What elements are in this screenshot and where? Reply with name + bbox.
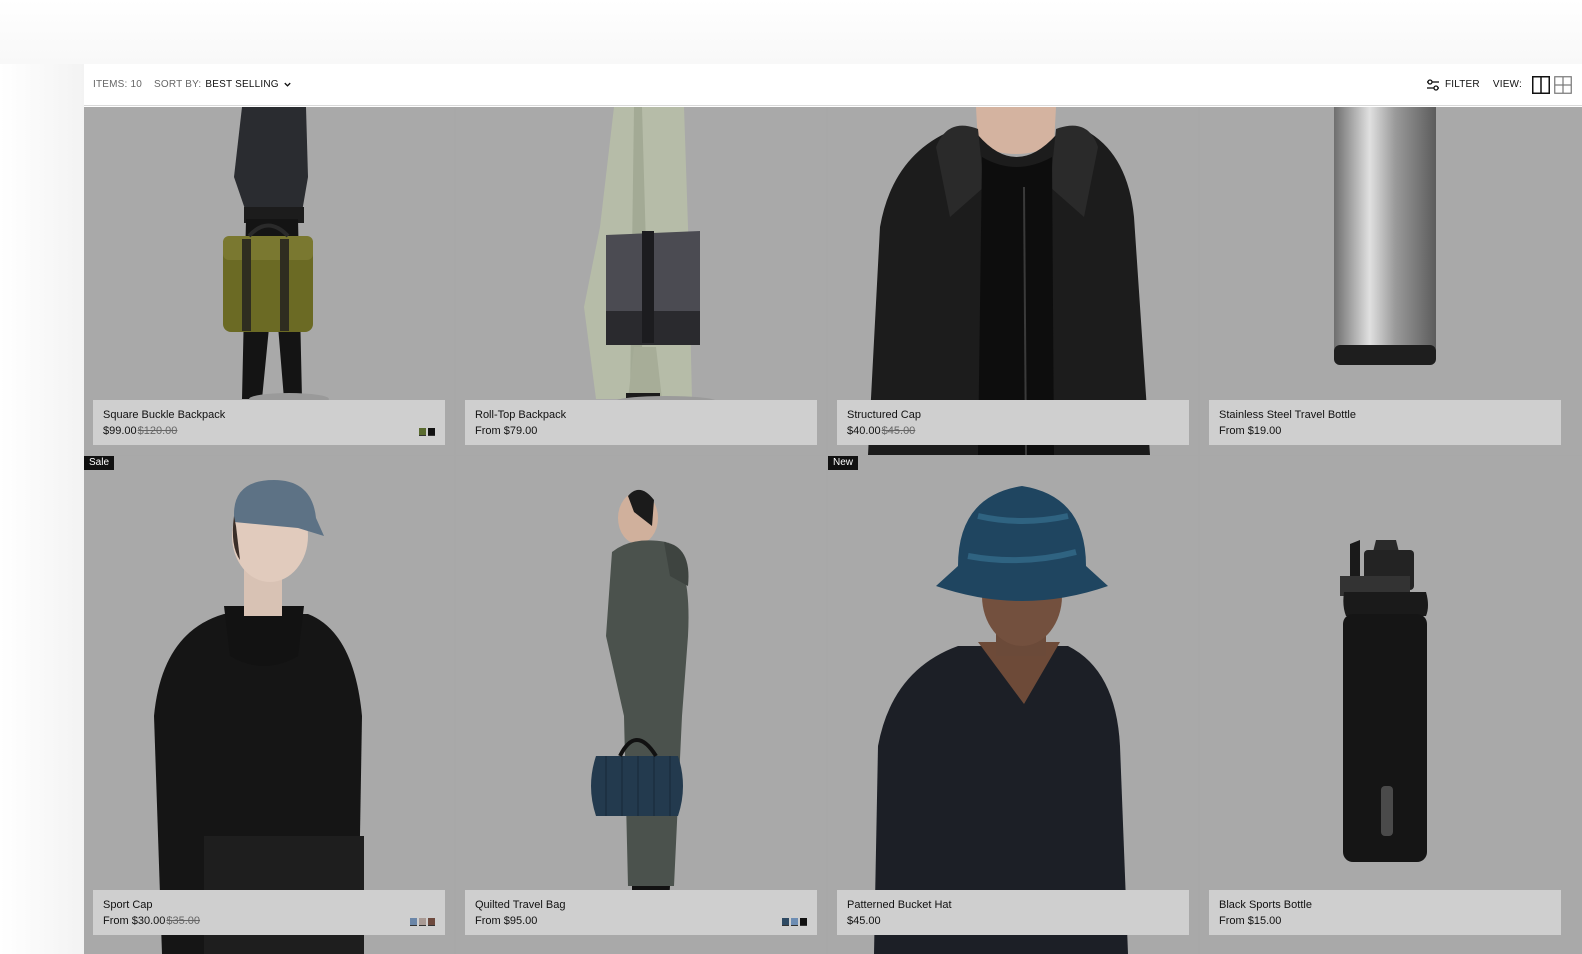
four-column-view-icon[interactable]	[1554, 75, 1572, 94]
product-info-panel: Stainless Steel Travel Bottle From $19.0…	[1209, 400, 1561, 445]
color-swatch[interactable]	[428, 918, 435, 926]
color-swatch[interactable]	[800, 918, 807, 926]
product-price: From $79.00	[475, 425, 538, 437]
toolbar-right: FILTER VIEW:	[1426, 75, 1582, 94]
product-info-panel: Black Sports Bottle From $15.00	[1209, 890, 1561, 935]
color-swatch[interactable]	[410, 918, 417, 926]
product-compare-price: $120.00	[137, 425, 178, 437]
product-name[interactable]: Sport Cap	[103, 897, 435, 913]
product-price: From $95.00	[475, 915, 538, 927]
filter-label: FILTER	[1444, 79, 1480, 90]
sort-label: SORT BY:	[154, 79, 202, 90]
color-swatches	[419, 428, 435, 436]
color-swatch[interactable]	[419, 918, 426, 926]
color-swatch[interactable]	[791, 918, 798, 926]
page-top-area	[0, 0, 1582, 64]
product-card[interactable]: Square Buckle Backpack $99.00$120.00	[84, 107, 454, 455]
product-price: $45.00	[847, 915, 881, 927]
product-compare-price: $35.00	[166, 915, 201, 927]
chevron-down-icon	[284, 82, 291, 87]
product-info-panel: Quilted Travel Bag From $95.00	[465, 890, 817, 935]
product-price: From $19.00	[1219, 425, 1282, 437]
product-name[interactable]: Quilted Travel Bag	[475, 897, 807, 913]
sale-badge: Sale	[84, 456, 115, 470]
product-compare-price: $45.00	[881, 425, 916, 437]
items-count: ITEMS: 10	[93, 79, 143, 90]
color-swatches	[782, 918, 807, 926]
sort-value: BEST SELLING	[205, 79, 279, 90]
product-grid: Square Buckle Backpack $99.00$120.00 Rol…	[84, 107, 1582, 954]
product-card[interactable]: New Patterned Bucket Hat $45.00	[828, 456, 1198, 954]
filter-button[interactable]: FILTER	[1426, 78, 1480, 91]
product-card[interactable]: Roll-Top Backpack From $79.00	[456, 107, 826, 455]
product-card[interactable]: Quilted Travel Bag From $95.00	[456, 456, 826, 954]
two-column-view-icon[interactable]	[1532, 75, 1550, 94]
product-info-panel: Sport Cap From $30.00$35.00	[93, 890, 445, 935]
product-name[interactable]: Square Buckle Backpack	[103, 407, 435, 423]
product-card[interactable]: Sale Sport Cap From $30.00$35.00	[84, 456, 454, 954]
product-info-panel: Patterned Bucket Hat $45.00	[837, 890, 1189, 935]
product-name[interactable]: Patterned Bucket Hat	[847, 897, 1179, 913]
product-price: From $15.00	[1219, 915, 1282, 927]
product-card[interactable]: Stainless Steel Travel Bottle From $19.0…	[1200, 107, 1582, 455]
product-price: From $30.00	[103, 915, 166, 927]
product-price: $40.00	[847, 425, 881, 437]
color-swatch[interactable]	[428, 428, 435, 436]
quilted-bag-model-image	[456, 456, 826, 954]
product-card[interactable]: Black Sports Bottle From $15.00	[1200, 456, 1582, 954]
sort-dropdown[interactable]: SORT BY: BEST SELLING	[154, 79, 292, 90]
blue-cap-model-image	[84, 456, 454, 954]
sliders-icon	[1426, 78, 1439, 91]
product-name[interactable]: Roll-Top Backpack	[475, 407, 807, 423]
product-info-panel: Roll-Top Backpack From $79.00	[465, 400, 817, 445]
product-card[interactable]: Structured Cap $40.00$45.00	[828, 107, 1198, 455]
product-name[interactable]: Black Sports Bottle	[1219, 897, 1551, 913]
color-swatches	[410, 918, 435, 926]
product-info-panel: Square Buckle Backpack $99.00$120.00	[93, 400, 445, 445]
new-badge: New	[828, 456, 859, 470]
page-left-margin	[0, 64, 84, 954]
product-name[interactable]: Structured Cap	[847, 407, 1179, 423]
bucket-hat-model-image	[828, 456, 1198, 954]
black-bottle-image	[1200, 456, 1582, 954]
color-swatch[interactable]	[782, 918, 789, 926]
product-info-panel: Structured Cap $40.00$45.00	[837, 400, 1189, 445]
toolbar-left: ITEMS: 10 SORT BY: BEST SELLING	[84, 79, 292, 90]
product-name[interactable]: Stainless Steel Travel Bottle	[1219, 407, 1551, 423]
collection-toolbar: ITEMS: 10 SORT BY: BEST SELLING FILTER V…	[84, 64, 1582, 106]
view-label: VIEW:	[1492, 79, 1522, 90]
product-price: $99.00	[103, 425, 137, 437]
color-swatch[interactable]	[419, 428, 426, 436]
